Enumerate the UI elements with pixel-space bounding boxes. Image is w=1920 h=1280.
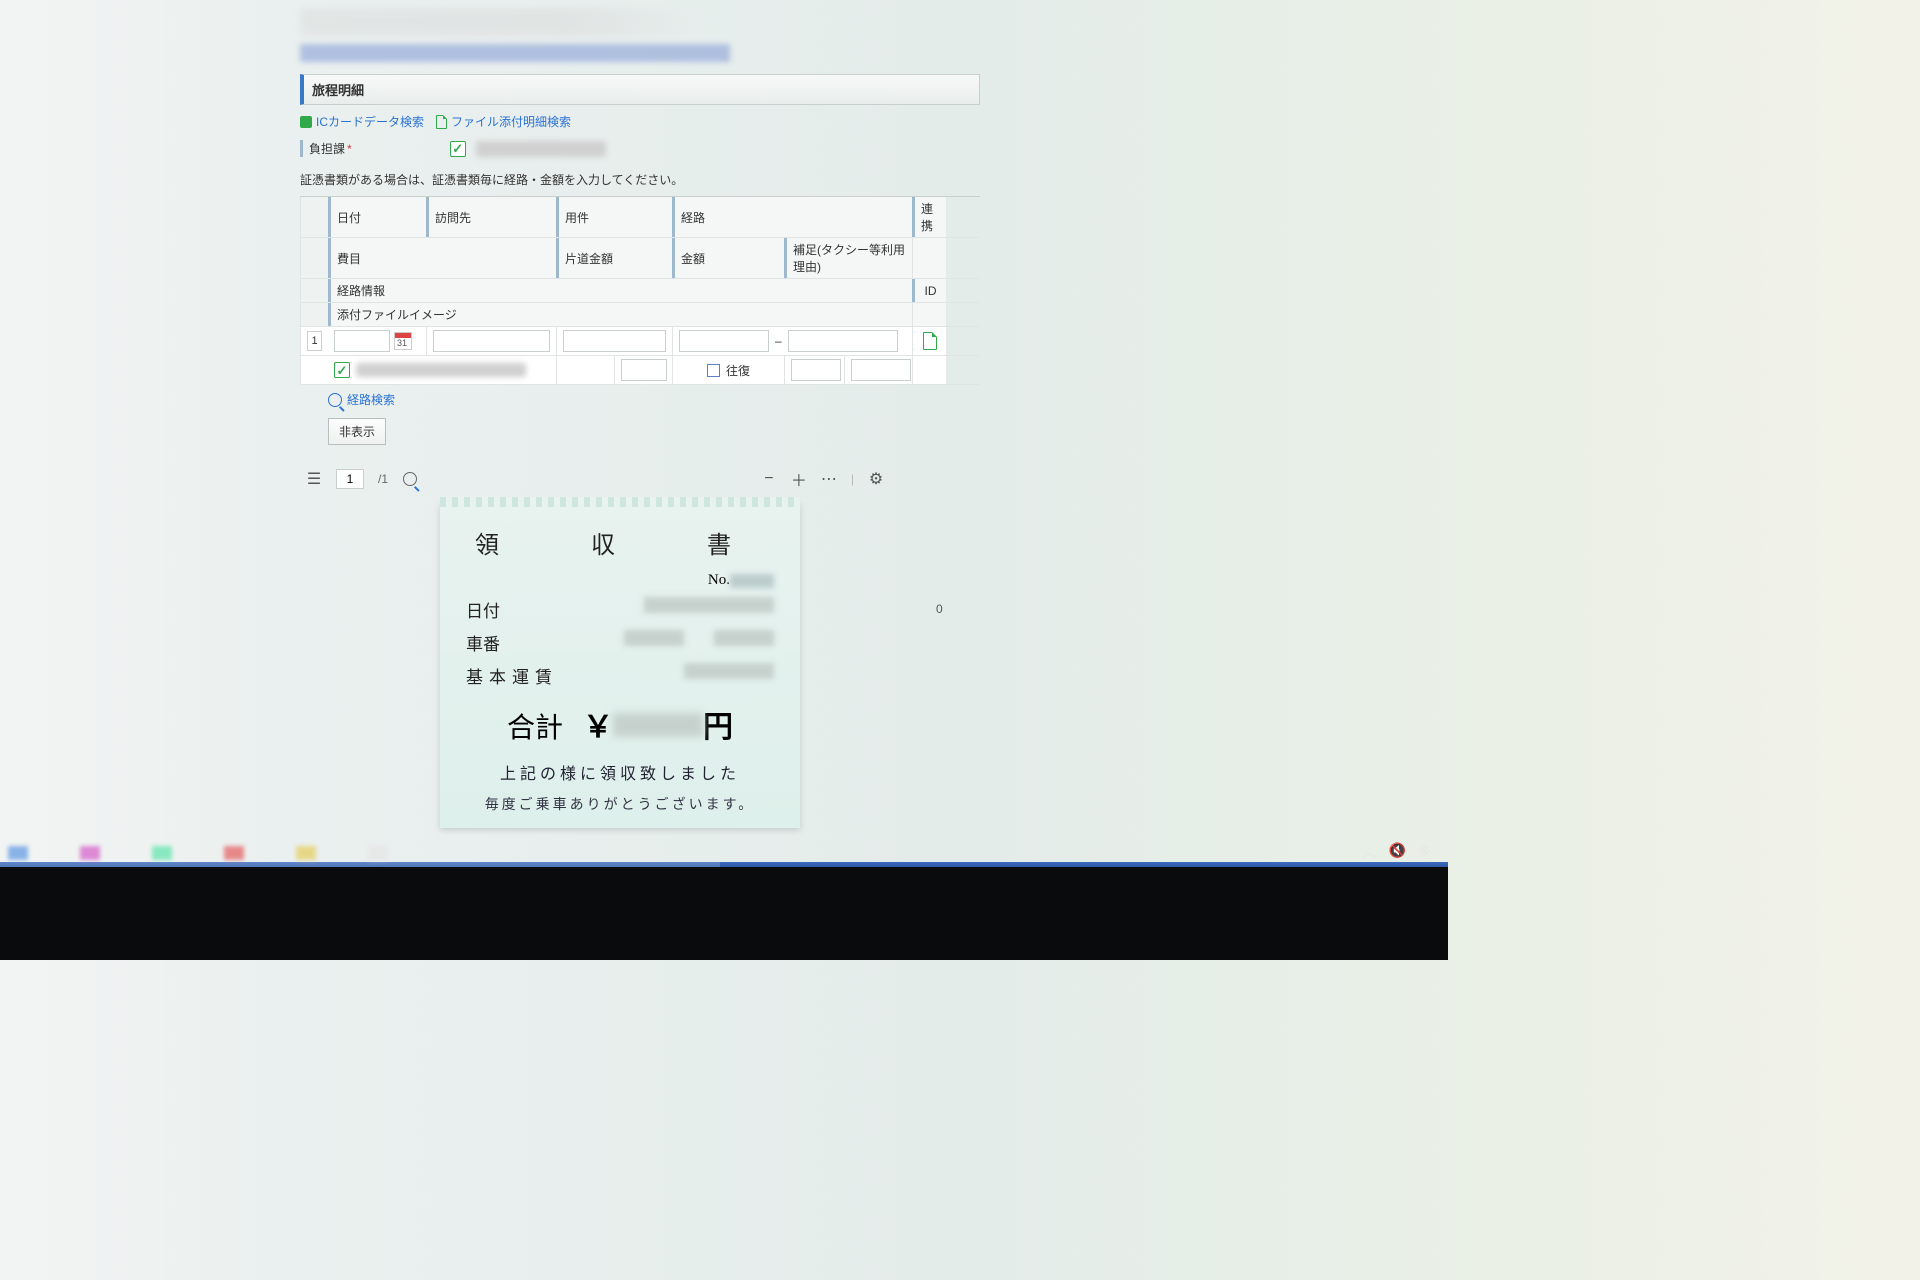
dest-input[interactable] [433,330,550,352]
instruction-text: 証憑書類がある場合は、証憑書類毎に経路・金額を入力してください。 [300,171,980,188]
gear-icon[interactable]: ⚙ [868,471,884,487]
receipt-car-row: 車番 [466,630,774,655]
col-amount: 金額 [672,238,784,278]
note-input[interactable] [851,359,911,381]
amount-input[interactable] [791,359,841,381]
taskbar-app-icon[interactable] [152,846,172,860]
col-link: 連携 [912,197,946,237]
blurred-link-row [300,44,730,62]
roundtrip-label: 往復 [726,362,750,379]
ic-card-search-label: ICカードデータ検索 [316,113,424,130]
receipt-image: 領 収 書 No. 日付 車番 基本運賃 合計 ￥円 上記の様に領収致しました … [440,503,800,828]
blurred-text-row [300,8,980,36]
laptop-bezel [0,867,1448,960]
file-viewer-toolbar: ☰ /1 − ＋ ⋯ | ⚙ [300,465,890,493]
more-icon[interactable]: ⋯ [821,471,837,487]
blurred-car-2 [714,630,774,646]
header-row-3: 経路情報 ID [300,279,980,303]
col-routeinfo: 経路情報 [328,279,912,302]
receipt-footer-1: 上記の様に領収致しました [466,760,774,784]
zoom-out-icon[interactable]: − [761,471,777,487]
itinerary-grid: 日付 訪問先 用件 経路 連携 費目 片道金額 金額 補足(タクシー等利用理由)… [300,196,980,385]
data-row-1-line2: 往復 [300,356,980,385]
ic-card-search-link[interactable]: ICカードデータ検索 [300,113,424,130]
search-icon [328,393,342,407]
header-row-4: 添付ファイルイメージ [300,303,980,327]
department-checkbox[interactable] [450,141,466,157]
search-toolbar-icon[interactable] [402,471,418,487]
col-item: 費目 [328,238,556,278]
ic-card-icon [300,116,312,128]
row-number: 1 [307,331,322,351]
blurred-value [476,141,606,157]
taskbar-app-icon[interactable] [368,846,388,860]
receipt-total-row: 合計 ￥円 [466,702,774,746]
header-row-1: 日付 訪問先 用件 経路 連携 [300,197,980,238]
header-row-2: 費目 片道金額 金額 補足(タクシー等利用理由) [300,238,980,279]
list-icon[interactable]: ☰ [306,471,322,487]
col-note: 補足(タクシー等利用理由) [784,238,912,278]
taskbar-app-icon[interactable] [8,846,28,860]
hide-button[interactable]: 非表示 [328,418,386,445]
stray-zero: 0 [936,602,943,616]
page-current-input[interactable] [336,469,364,489]
close-tray-icon[interactable]: ⊗ [1418,842,1430,862]
blurred-total [613,713,703,737]
blurred-fare [684,663,774,679]
date-input[interactable] [334,330,390,352]
col-dest: 訪問先 [426,197,556,237]
calendar-icon[interactable] [394,332,412,350]
expense-form: 旅程明細 ICカードデータ検索 ファイル添付明細検索 負担課* 証憑書類がある場… [300,0,980,828]
file-attach-search-link[interactable]: ファイル添付明細検索 [436,113,571,130]
col-attach: 添付ファイルイメージ [328,303,912,326]
blurred-car-1 [624,630,684,646]
route-search-label: 経路検索 [347,391,395,408]
col-oneway: 片道金額 [556,238,672,278]
volume-mute-icon[interactable]: 🔇 [1389,842,1406,862]
roundtrip-checkbox[interactable] [707,364,720,377]
receipt-date-row: 日付 [466,597,774,622]
route-dash: – [775,334,782,348]
system-tray: ︿ 🔇 ⊗ [1363,842,1430,862]
blurred-receipt-no [730,574,774,588]
taskbar-app-icon[interactable] [224,846,244,860]
route-to-input[interactable] [788,330,898,352]
section-header-itinerary: 旅程明細 [300,74,980,105]
search-links-row: ICカードデータ検索 ファイル添付明細検索 [300,113,980,130]
oneway-amount-input[interactable] [621,359,667,381]
route-search-link[interactable]: 経路検索 [328,391,980,408]
zoom-in-icon[interactable]: ＋ [791,471,807,487]
link-doc-icon[interactable] [923,332,937,350]
page-separator: /1 [378,472,388,486]
blurred-receipt-date [644,597,774,613]
file-attach-search-label: ファイル添付明細検索 [451,113,571,130]
department-label: 負担課* [309,140,352,157]
taskbar-app-icon[interactable] [296,846,316,860]
item-checkbox[interactable] [334,362,350,378]
taskbar-apps [8,846,388,864]
col-id: ID [912,279,946,302]
file-icon [436,115,447,129]
receipt-fare-row: 基本運賃 [466,663,774,688]
department-field-row: 負担課* [300,140,980,157]
col-purpose: 用件 [556,197,672,237]
taskbar-app-icon[interactable] [80,846,100,860]
blurred-item [356,363,526,377]
purpose-input[interactable] [563,330,666,352]
data-row-1-line1: 1 – [300,327,980,356]
receipt-title: 領 収 書 [466,525,774,560]
chevron-up-icon[interactable]: ︿ [1363,842,1377,862]
col-date: 日付 [328,197,426,237]
col-route: 経路 [672,197,912,237]
route-from-input[interactable] [679,330,769,352]
receipt-no-row: No. [466,572,774,589]
receipt-footer-2: 毎度ご乗車ありがとうございます。 [466,794,774,814]
